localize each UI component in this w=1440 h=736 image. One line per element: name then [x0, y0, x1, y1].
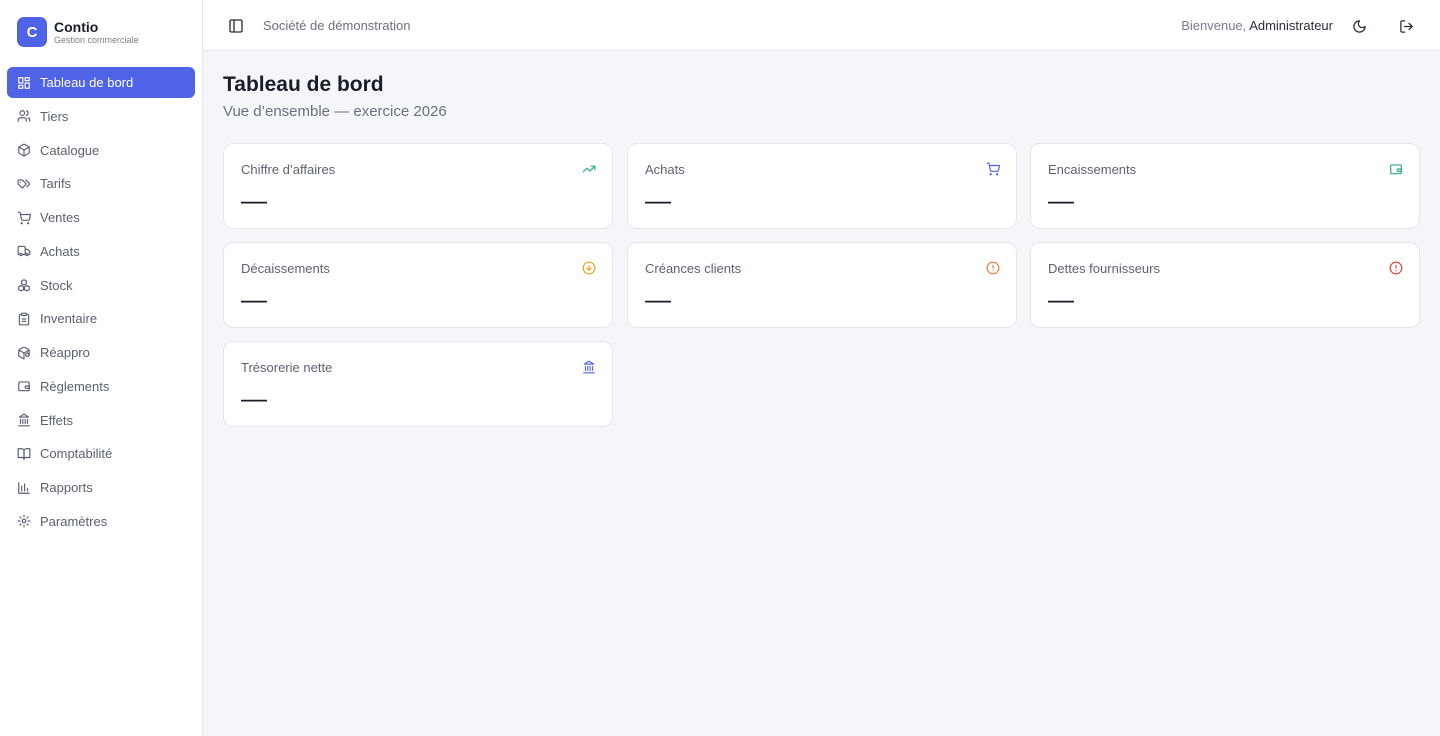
kpi-card-encaissements[interactable]: Encaissements — [1030, 143, 1420, 229]
kpi-value: — [1048, 284, 1074, 314]
sidebar-item-stock[interactable]: Stock [7, 270, 195, 301]
sidebar-item-label: Tarifs [40, 176, 72, 192]
sidebar-item-tiers[interactable]: Tiers [7, 101, 195, 132]
truck-icon [17, 246, 31, 257]
sidebar-item-tarifs[interactable]: Tarifs [7, 168, 195, 199]
arrow-down-circle-icon [582, 261, 596, 275]
sidebar-item-label: Réappro [40, 345, 90, 360]
sidebar-item-effets[interactable]: Effets [7, 405, 195, 436]
welcome-prefix: Bienvenue, [1181, 18, 1247, 33]
alert-circle-icon [986, 261, 1000, 275]
cart-icon [17, 211, 31, 224]
sidebar-nav: Tableau de bord Tiers Catalogue Tarifs V… [7, 67, 195, 540]
sidebar-item-parametres[interactable]: Paramètres [7, 506, 195, 537]
sidebar-item-achats[interactable]: Achats [7, 236, 195, 267]
bank-icon [18, 413, 30, 427]
kpi-card-decaissements[interactable]: Décaissements — [223, 242, 613, 328]
alert-circle-icon [1389, 261, 1403, 275]
kpi-label: Chiffre d’affaires [241, 162, 336, 177]
sidebar-item-label: Comptabilité [40, 446, 113, 462]
brand-name: Contio [54, 18, 99, 35]
boxes-icon [18, 279, 30, 292]
sidebar-item-catalogue[interactable]: Catalogue [7, 135, 195, 166]
gear-icon [17, 514, 31, 528]
book-icon [17, 447, 31, 460]
company-name[interactable]: Société de démonstration [263, 18, 410, 33]
kpi-value: — [241, 284, 267, 314]
sidebar-item-label: Catalogue [40, 142, 100, 158]
package-icon [18, 143, 30, 157]
page-title: Tableau de bord [223, 73, 384, 96]
brand-logo: C [17, 17, 47, 47]
sidebar: C Contio Gestion commerciale Tableau de … [0, 0, 203, 736]
bar-chart-icon [18, 481, 30, 494]
kpi-card-creances-clients[interactable]: Créances clients — [627, 242, 1017, 328]
kpi-card-chiffre-affaires[interactable]: Chiffre d’affaires — [223, 143, 613, 229]
sidebar-item-label: Règlements [40, 378, 110, 394]
sidebar-item-label: Paramètres [40, 513, 108, 529]
sidebar-item-label: Rapports [40, 480, 93, 495]
package-refresh-icon [18, 346, 30, 359]
sidebar-toggle-icon[interactable] [228, 18, 244, 34]
sidebar-item-label: Stock [40, 277, 73, 293]
brand-subtitle: Gestion commerciale [54, 34, 139, 45]
clipboard-icon [18, 312, 30, 326]
topbar: Société de démonstration Bienvenue, Admi… [203, 0, 1440, 51]
sidebar-item-tableau-de-bord[interactable]: Tableau de bord [7, 67, 195, 98]
cart-icon [986, 162, 1000, 176]
logout-icon[interactable] [1399, 19, 1414, 34]
sidebar-item-label: Effets [40, 412, 74, 428]
sidebar-item-rapports[interactable]: Rapports [7, 472, 195, 503]
dashboard-icon [18, 76, 30, 89]
wallet-icon [1390, 164, 1402, 175]
kpi-label: Dettes fournisseurs [1048, 261, 1160, 276]
kpi-value: — [241, 383, 267, 413]
sidebar-item-ventes[interactable]: Ventes [7, 202, 195, 233]
kpi-label: Achats [645, 162, 685, 177]
kpi-value: — [645, 185, 671, 215]
page-subtitle: Vue d’ensemble — exercice 2026 [223, 103, 447, 120]
user-name: Administrateur [1249, 18, 1333, 33]
trending-up-icon [582, 165, 596, 173]
moon-icon[interactable] [1352, 19, 1367, 34]
sidebar-item-comptabilite[interactable]: Comptabilité [7, 438, 195, 469]
sidebar-item-inventaire[interactable]: Inventaire [7, 303, 195, 334]
wallet-icon [18, 381, 30, 392]
tags-icon [17, 179, 31, 189]
bank-icon [583, 360, 595, 374]
brand[interactable]: C Contio Gestion commerciale [17, 17, 139, 47]
sidebar-item-label: Tiers [40, 108, 69, 124]
kpi-card-achats[interactable]: Achats — [627, 143, 1017, 229]
kpi-card-tresorerie-nette[interactable]: Trésorerie nette — [223, 341, 613, 427]
kpi-value: — [645, 284, 671, 314]
sidebar-item-label: Inventaire [40, 311, 98, 327]
kpi-label: Créances clients [645, 261, 742, 276]
sidebar-item-label: Tableau de bord [40, 75, 134, 90]
kpi-label: Décaissements [241, 261, 330, 276]
kpi-label: Encaissements [1048, 162, 1137, 177]
kpi-value: — [241, 185, 267, 215]
sidebar-item-reappro[interactable]: Réappro [7, 337, 195, 368]
users-icon [17, 110, 31, 123]
kpi-value: — [1048, 185, 1074, 215]
kpi-label: Trésorerie nette [241, 360, 333, 375]
sidebar-item-reglements[interactable]: Règlements [7, 371, 195, 402]
welcome-message: Bienvenue, Administrateur [1181, 18, 1333, 33]
sidebar-item-label: Achats [40, 243, 80, 259]
kpi-card-dettes-fournisseurs[interactable]: Dettes fournisseurs — [1030, 242, 1420, 328]
sidebar-item-label: Ventes [40, 210, 80, 225]
